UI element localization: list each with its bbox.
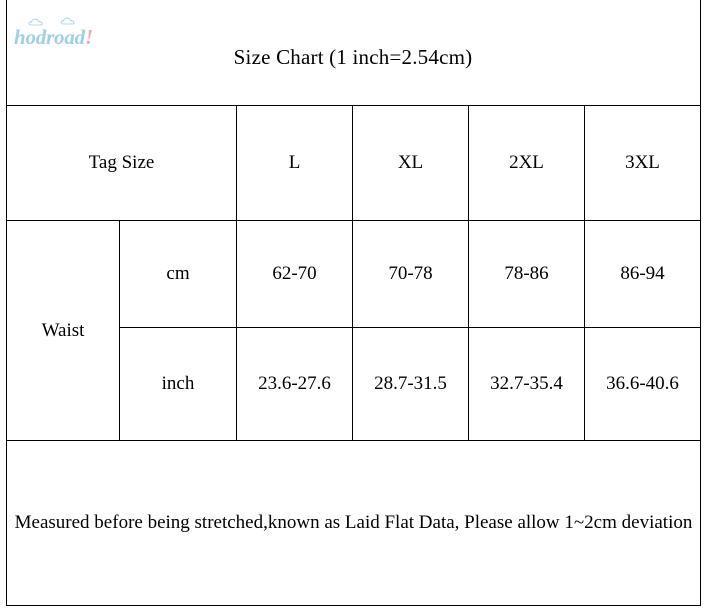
measurement-note: Measured before being stretched,known as… [6,440,701,606]
header-size-l: L [236,105,353,221]
waist-inch-2xl: 32.7-35.4 [468,327,585,441]
header-tag-size-label: Tag Size [6,105,237,221]
table-header-row: Tag Size L XL 2XL 3XL [6,105,701,221]
waist-cm-3xl: 86-94 [584,220,701,328]
table-row-waist-cm: Waist cm 62-70 70-78 78-86 86-94 [6,220,701,441]
unit-label-inch: inch [119,327,237,441]
header-band: hodroad! Size Chart (1 inch=2.54cm) [6,0,700,105]
header-size-3xl: 3XL [584,105,701,221]
header-size-2xl: 2XL [468,105,585,221]
size-chart-page: hodroad! Size Chart (1 inch=2.54cm) Tag … [0,0,706,613]
unit-label-cm: cm [119,220,237,328]
waist-inch-l: 23.6-27.6 [236,327,353,441]
waist-inch-3xl: 36.6-40.6 [584,327,701,441]
header-size-xl: XL [352,105,469,221]
row-label-waist: Waist [6,220,120,441]
cloud-icon [60,17,75,25]
waist-cm-l: 62-70 [236,220,353,328]
page-title: Size Chart (1 inch=2.54cm) [233,45,473,69]
waist-cm-xl: 70-78 [352,220,469,328]
size-chart-table: Tag Size L XL 2XL 3XL Waist cm 62-70 70-… [6,105,701,606]
waist-cm-2xl: 78-86 [468,220,585,328]
table-note-row: Measured before being stretched,known as… [6,440,701,606]
frame-right-edge [700,0,701,105]
waist-inch-xl: 28.7-31.5 [352,327,469,441]
